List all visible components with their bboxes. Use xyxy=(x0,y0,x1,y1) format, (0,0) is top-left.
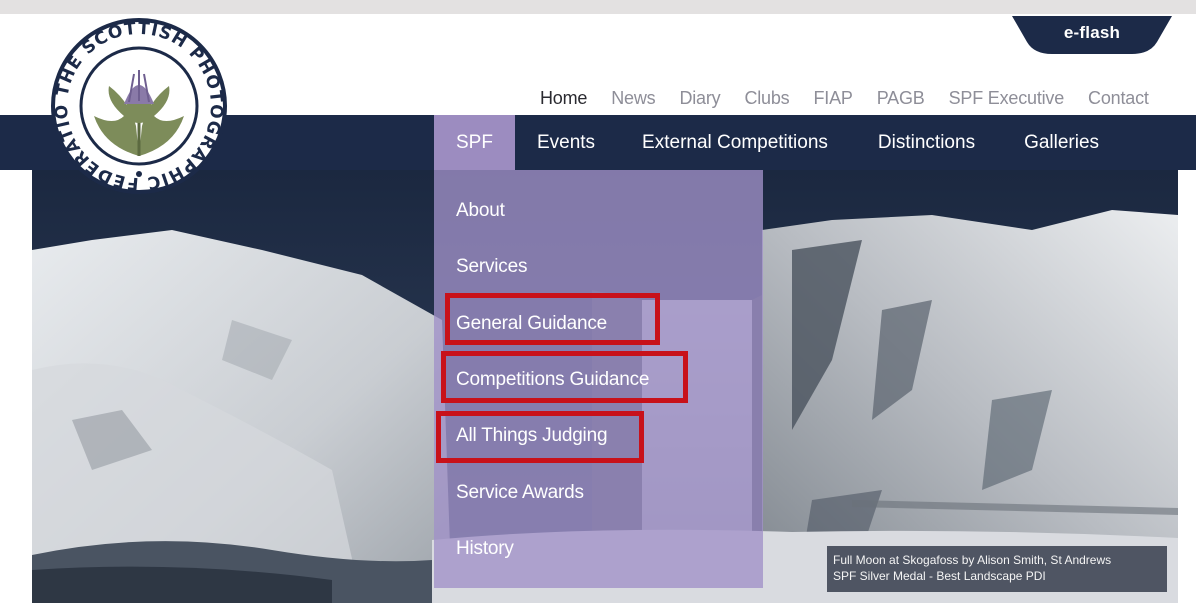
top-nav-fiap[interactable]: FIAP xyxy=(813,88,852,109)
dropdown-item-services[interactable]: Services xyxy=(456,256,527,278)
eflash-tab[interactable]: e-flash xyxy=(1012,16,1172,54)
dropdown-item-service-awards[interactable]: Service Awards xyxy=(456,482,584,504)
top-nav-contact[interactable]: Contact xyxy=(1088,88,1149,109)
main-nav-events[interactable]: Events xyxy=(515,115,617,170)
dropdown-item-about[interactable]: About xyxy=(456,200,505,222)
highlight-all-things-judging xyxy=(436,411,644,463)
top-nav-news[interactable]: News xyxy=(611,88,655,109)
highlight-competitions-guidance xyxy=(441,351,688,403)
main-nav: SPF Events External Competitions Distinc… xyxy=(434,115,1121,170)
main-nav-galleries[interactable]: Galleries xyxy=(1000,115,1121,170)
top-nav-pagb[interactable]: PAGB xyxy=(877,88,925,109)
thistle-emblem-icon: THE SCOTTISH PHOTOGRAPHIC FEDERATION xyxy=(36,1,227,194)
dropdown-item-history[interactable]: History xyxy=(456,538,514,560)
top-nav: Home News Diary Clubs FIAP PAGB SPF Exec… xyxy=(540,86,1149,110)
main-nav-external-competitions[interactable]: External Competitions xyxy=(617,115,853,170)
top-nav-home[interactable]: Home xyxy=(540,88,587,109)
spf-logo[interactable]: THE SCOTTISH PHOTOGRAPHIC FEDERATION xyxy=(36,1,234,196)
top-nav-spf-executive[interactable]: SPF Executive xyxy=(949,88,1065,109)
top-nav-diary[interactable]: Diary xyxy=(679,88,720,109)
photo-caption: Full Moon at Skogafoss by Alison Smith, … xyxy=(827,546,1167,592)
main-nav-spf[interactable]: SPF xyxy=(434,115,515,170)
top-nav-clubs[interactable]: Clubs xyxy=(744,88,789,109)
main-nav-distinctions[interactable]: Distinctions xyxy=(853,115,1000,170)
top-strip xyxy=(0,0,1196,14)
caption-line-2: SPF Silver Medal - Best Landscape PDI xyxy=(833,569,1046,583)
highlight-general-guidance xyxy=(445,293,660,345)
caption-line-1: Full Moon at Skogafoss by Alison Smith, … xyxy=(833,553,1112,567)
eflash-label: e-flash xyxy=(1063,23,1121,42)
